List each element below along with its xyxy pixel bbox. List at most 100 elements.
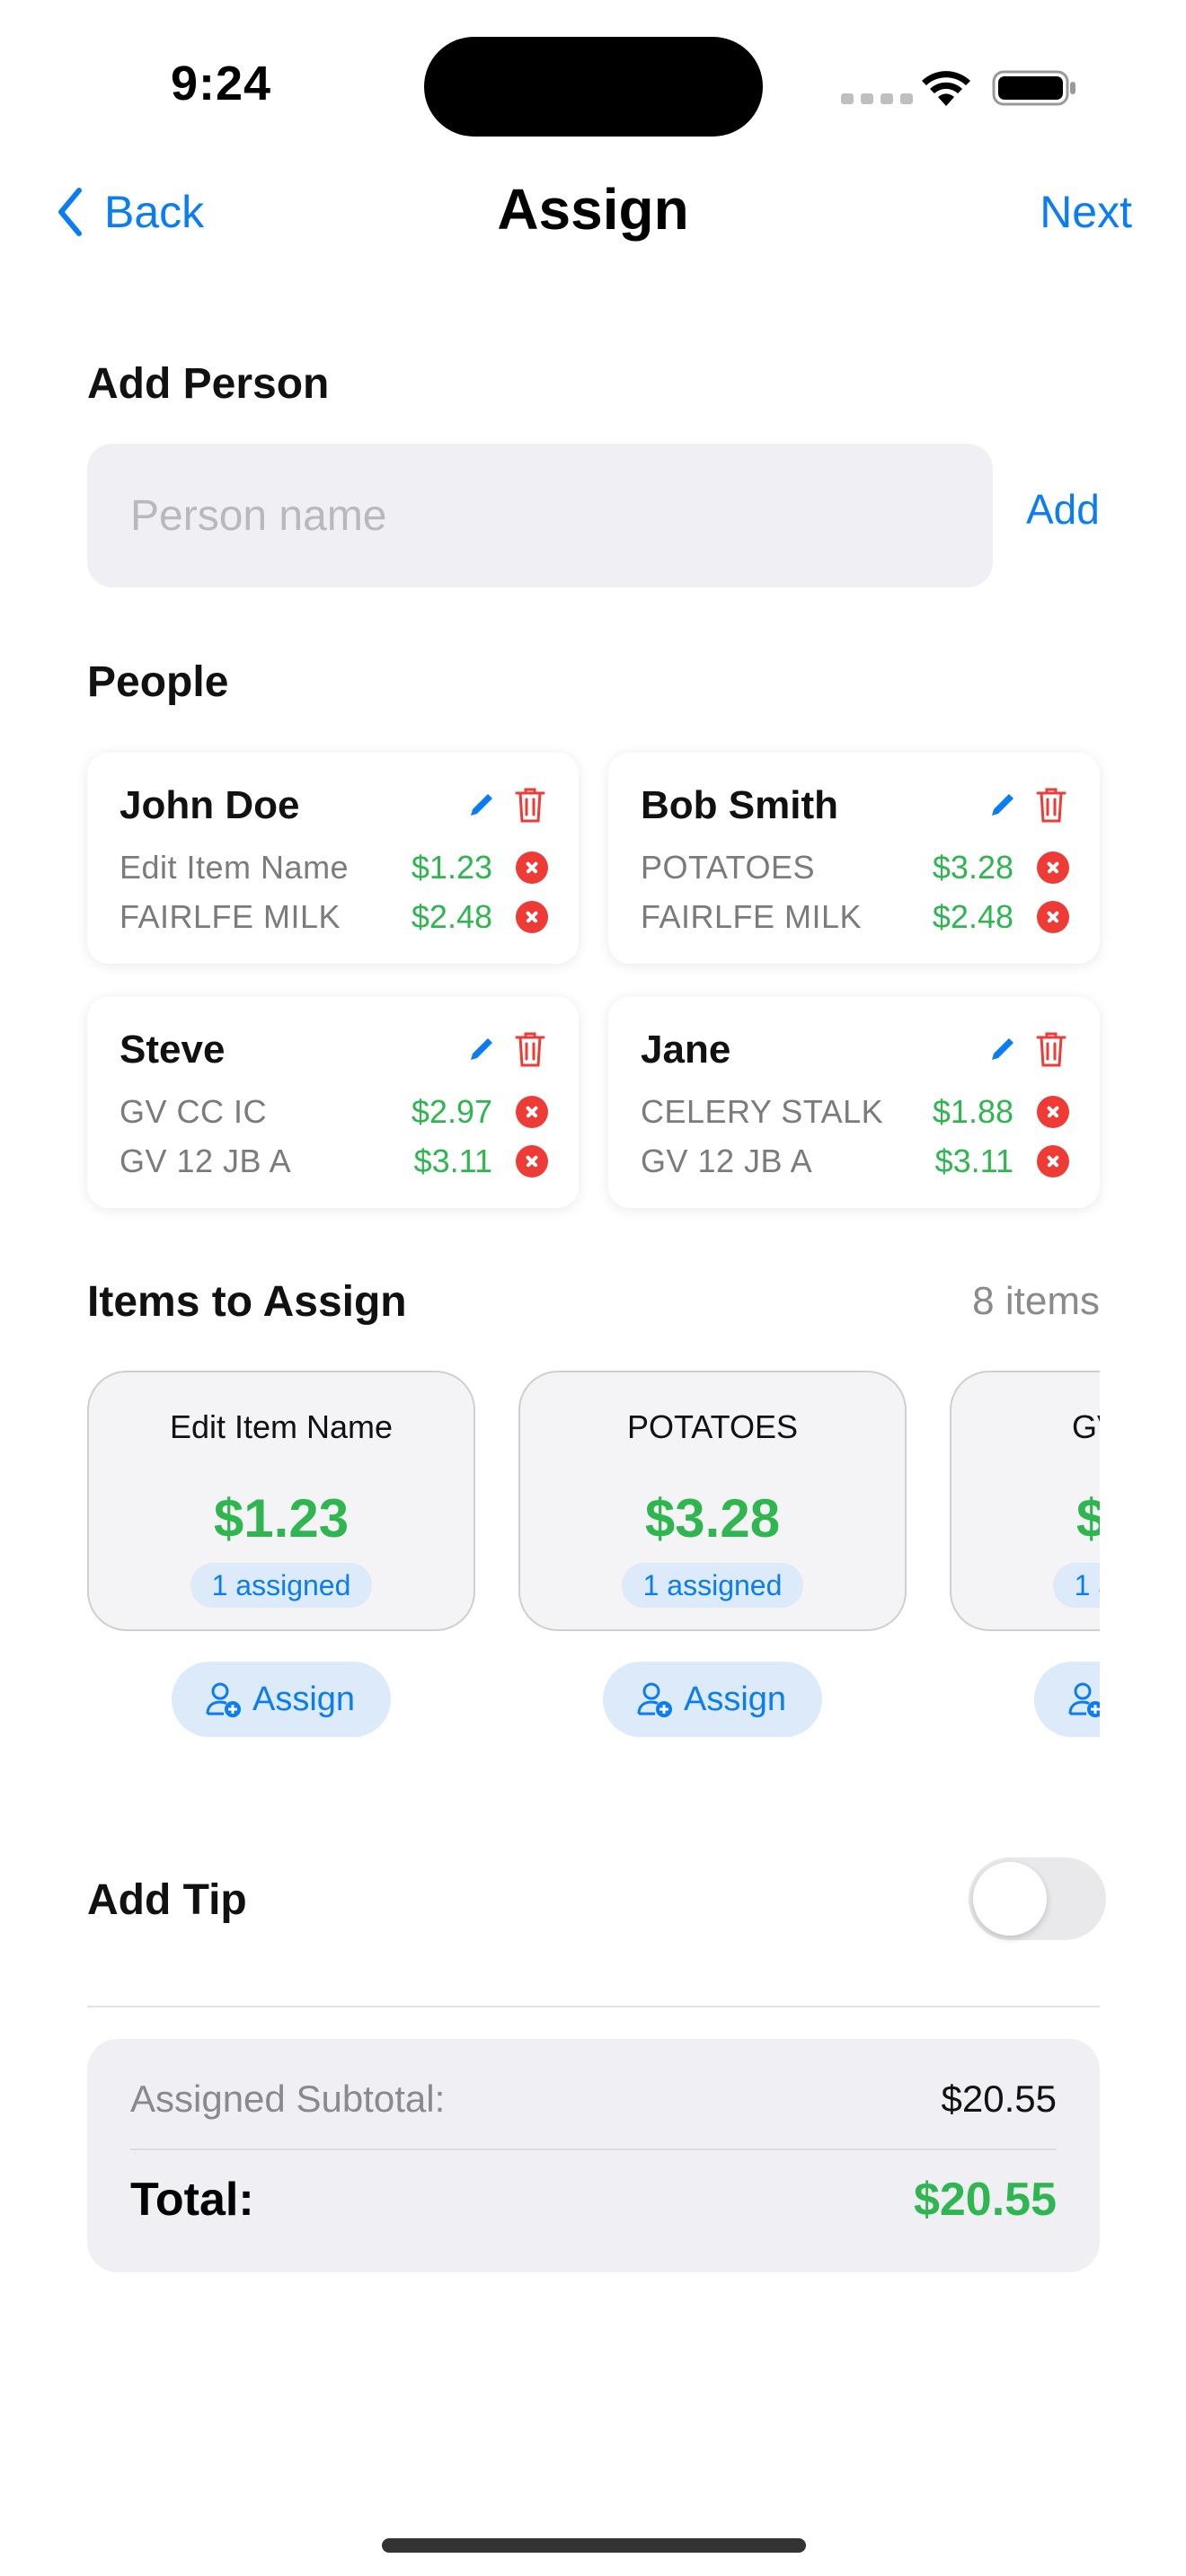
wifi-icon bbox=[922, 71, 970, 106]
item-name: POTATOES bbox=[626, 1408, 799, 1445]
assigned-badge: 1 assigned bbox=[1052, 1563, 1100, 1608]
person-name-input[interactable] bbox=[87, 444, 993, 587]
item-name: Edit Item Name bbox=[169, 1408, 394, 1445]
item-price: $1.23 bbox=[213, 1488, 350, 1548]
cellular-signal-icon bbox=[841, 93, 913, 104]
assigned-badge: 1 assigned bbox=[621, 1563, 804, 1608]
person-item-price: $3.11 bbox=[934, 1142, 1013, 1179]
item-name: GV CC IC bbox=[1071, 1408, 1100, 1445]
remove-circle-icon[interactable] bbox=[516, 1095, 548, 1128]
add-person-button[interactable]: Add bbox=[1026, 485, 1100, 534]
summary-box: Assigned Subtotal: $20.55 Total: $20.55 bbox=[87, 2039, 1100, 2272]
total-label: Total: bbox=[130, 2174, 254, 2226]
person-card: Bob Smith POTATOES $3.28 FAIRLFE MILK $2… bbox=[608, 753, 1100, 964]
remove-circle-icon[interactable] bbox=[516, 900, 548, 933]
person-item-name: GV CC IC bbox=[119, 1092, 268, 1130]
assign-button[interactable]: Assign bbox=[602, 1662, 823, 1737]
remove-circle-icon[interactable] bbox=[516, 1144, 548, 1178]
remove-circle-icon[interactable] bbox=[1037, 1095, 1069, 1128]
subtotal-value: $20.55 bbox=[941, 2078, 1057, 2120]
dynamic-island bbox=[424, 37, 763, 137]
add-person-heading: Add Person bbox=[87, 360, 330, 408]
person-item-name: Edit Item Name bbox=[119, 848, 350, 886]
remove-circle-icon[interactable] bbox=[516, 851, 548, 884]
pencil-icon[interactable] bbox=[987, 789, 1019, 821]
person-item: POTATOES $3.28 bbox=[641, 842, 1069, 892]
person-items: POTATOES $3.28 FAIRLFE MILK $2.48 bbox=[641, 842, 1069, 941]
item-card[interactable]: POTATOES $3.28 1 assigned bbox=[518, 1371, 907, 1631]
people-grid: John Doe Edit Item Name $1.23 FAIRLFE MI… bbox=[87, 753, 1100, 1208]
person-card: Steve GV CC IC $2.97 GV 12 JB A $3.11 bbox=[87, 997, 579, 1208]
trash-icon[interactable] bbox=[514, 785, 546, 825]
person-add-icon bbox=[206, 1682, 241, 1717]
person-card: Jane CELERY STALK $1.88 GV 12 JB A $3.11 bbox=[608, 997, 1100, 1208]
person-actions bbox=[987, 785, 1067, 825]
person-item-name: GV 12 JB A bbox=[119, 1142, 292, 1179]
item-column: Edit Item Name $1.23 1 assigned Assign bbox=[87, 1371, 475, 1737]
total-value: $20.55 bbox=[913, 2174, 1057, 2226]
person-add-icon bbox=[1068, 1682, 1100, 1717]
person-items: Edit Item Name $1.23 FAIRLFE MILK $2.48 bbox=[119, 842, 548, 941]
items-count: 8 items bbox=[972, 1279, 1100, 1323]
person-card: John Doe Edit Item Name $1.23 FAIRLFE MI… bbox=[87, 753, 579, 964]
home-indicator[interactable] bbox=[382, 2538, 806, 2553]
remove-circle-icon[interactable] bbox=[1037, 851, 1069, 884]
person-item-price: $1.88 bbox=[932, 1092, 1013, 1130]
person-actions bbox=[465, 785, 546, 825]
person-items: CELERY STALK $1.88 GV 12 JB A $3.11 bbox=[641, 1087, 1069, 1186]
item-card[interactable]: Edit Item Name $1.23 1 assigned bbox=[87, 1371, 475, 1631]
person-actions bbox=[465, 1029, 546, 1069]
item-card[interactable]: GV CC IC $2.97 1 assigned bbox=[950, 1371, 1100, 1631]
assign-label: Assign bbox=[683, 1680, 787, 1718]
pencil-icon[interactable] bbox=[987, 1033, 1019, 1065]
status-time: 9:24 bbox=[171, 57, 272, 110]
trash-icon[interactable] bbox=[1035, 1029, 1067, 1069]
remove-circle-icon[interactable] bbox=[1037, 1144, 1069, 1178]
subtotal-row: Assigned Subtotal: $20.55 bbox=[130, 2039, 1057, 2150]
items-track: Edit Item Name $1.23 1 assigned Assign P… bbox=[87, 1371, 1100, 1737]
toggle-knob bbox=[973, 1862, 1047, 1936]
add-tip-label: Add Tip bbox=[87, 1876, 247, 1924]
person-actions bbox=[987, 1029, 1067, 1069]
subtotal-label: Assigned Subtotal: bbox=[130, 2078, 446, 2120]
person-item-name: CELERY STALK bbox=[641, 1092, 884, 1130]
status-bar: 9:24 bbox=[0, 0, 1186, 162]
person-item: CELERY STALK $1.88 bbox=[641, 1087, 1069, 1136]
person-item-price: $2.48 bbox=[411, 897, 492, 935]
page-title: Assign bbox=[497, 177, 689, 242]
tip-toggle[interactable] bbox=[969, 1857, 1106, 1940]
person-add-icon bbox=[637, 1682, 672, 1717]
item-price: $2.97 bbox=[1075, 1488, 1100, 1548]
items-to-assign-heading: Items to Assign bbox=[87, 1278, 407, 1326]
remove-circle-icon[interactable] bbox=[1037, 900, 1069, 933]
assign-button[interactable]: Assign bbox=[1033, 1662, 1100, 1737]
person-item-name: FAIRLFE MILK bbox=[641, 897, 863, 935]
person-item-price: $3.11 bbox=[413, 1142, 492, 1179]
person-item: FAIRLFE MILK $2.48 bbox=[119, 892, 548, 941]
pencil-icon[interactable] bbox=[465, 1033, 498, 1065]
person-item: Edit Item Name $1.23 bbox=[119, 842, 548, 892]
person-items: GV CC IC $2.97 GV 12 JB A $3.11 bbox=[119, 1087, 548, 1186]
assigned-badge: 1 assigned bbox=[190, 1563, 373, 1608]
person-item-price: $1.23 bbox=[411, 848, 492, 886]
next-button[interactable]: Next bbox=[1040, 180, 1132, 244]
assign-button[interactable]: Assign bbox=[171, 1662, 392, 1737]
person-item-price: $2.48 bbox=[932, 897, 1013, 935]
battery-icon bbox=[992, 70, 1075, 106]
people-heading: People bbox=[87, 658, 229, 706]
divider bbox=[87, 2006, 1100, 2007]
assign-label: Assign bbox=[252, 1680, 356, 1718]
item-column: POTATOES $3.28 1 assigned Assign bbox=[518, 1371, 907, 1737]
person-item-price: $2.97 bbox=[411, 1092, 492, 1130]
person-item-name: GV 12 JB A bbox=[641, 1142, 813, 1179]
total-row: Total: $20.55 bbox=[130, 2150, 1057, 2249]
trash-icon[interactable] bbox=[514, 1029, 546, 1069]
trash-icon[interactable] bbox=[1035, 785, 1067, 825]
items-carousel[interactable]: Edit Item Name $1.23 1 assigned Assign P… bbox=[87, 1371, 1100, 1748]
person-item: GV 12 JB A $3.11 bbox=[641, 1136, 1069, 1186]
person-item-price: $3.28 bbox=[932, 848, 1013, 886]
person-item: GV CC IC $2.97 bbox=[119, 1087, 548, 1136]
item-column: GV CC IC $2.97 1 assigned Assign bbox=[950, 1371, 1100, 1737]
pencil-icon[interactable] bbox=[465, 789, 498, 821]
person-item-name: FAIRLFE MILK bbox=[119, 897, 341, 935]
